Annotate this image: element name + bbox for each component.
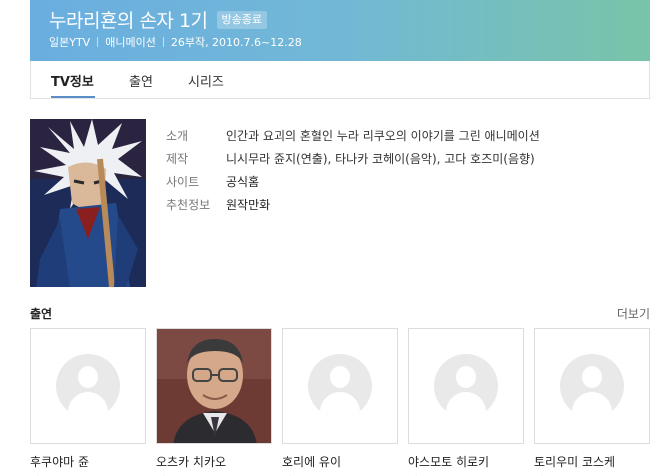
user-placeholder-icon	[308, 354, 372, 418]
cast-photo-placeholder[interactable]	[534, 328, 650, 444]
program-title[interactable]: 누라리횬의 손자 1기	[49, 6, 208, 33]
status-badge: 방송종료	[216, 10, 267, 29]
cast-card[interactable]: 야스모토 히로키 성우	[408, 328, 524, 476]
genre: 애니메이션	[105, 36, 156, 49]
tab-series[interactable]: 시리즈	[188, 71, 224, 90]
broadcaster: 일본YTV	[49, 36, 91, 49]
person-photo	[157, 329, 271, 443]
tab-cast[interactable]: 출연	[129, 71, 153, 90]
cast-card[interactable]: 후쿠야마 쥰 성우	[30, 328, 146, 476]
info-row-production: 제작 니시무라 쥰지(연출), 타나카 코헤이(음악), 고다 호즈미(음향)	[166, 147, 540, 170]
poster-illustration	[30, 119, 146, 287]
tab-bar: TV정보 출연 시리즈	[30, 61, 650, 99]
cast-photo[interactable]	[156, 328, 272, 444]
info-row-recommend: 추천정보 원작만화	[166, 193, 540, 216]
cast-card[interactable]: 토리우미 코스케 성우	[534, 328, 650, 476]
title-row: 누라리횬의 손자 1기 방송종료	[49, 6, 267, 33]
episodes-dates: 26부작, 2010.7.6~12.28	[170, 36, 302, 49]
user-placeholder-icon	[434, 354, 498, 418]
info-value: 인간과 요괴의 혼혈인 누라 리쿠오의 이야기를 그린 애니메이션	[226, 129, 540, 143]
cast-photo-placeholder[interactable]	[282, 328, 398, 444]
poster-image[interactable]	[30, 119, 146, 287]
tab-tv-info[interactable]: TV정보	[51, 71, 94, 90]
cast-photo-placeholder[interactable]	[408, 328, 524, 444]
meta-divider	[162, 37, 164, 47]
cast-name[interactable]: 호리에 유이	[282, 453, 398, 470]
official-site-link[interactable]: 공식홈	[226, 173, 259, 190]
user-placeholder-icon	[56, 354, 120, 418]
program-meta: 일본YTV 애니메이션 26부작, 2010.7.6~12.28	[49, 34, 302, 50]
info-row-intro: 소개 인간과 요괴의 혼혈인 누라 리쿠오의 이야기를 그린 애니메이션	[166, 124, 540, 147]
cast-name[interactable]: 오츠카 치카오	[156, 453, 272, 470]
cast-card[interactable]: 호리에 유이 성우	[282, 328, 398, 476]
cast-card[interactable]: 오츠카 치카오 성우	[156, 328, 272, 476]
cast-name[interactable]: 후쿠야마 쥰	[30, 453, 146, 470]
info-label: 제작	[166, 152, 189, 166]
cast-name[interactable]: 야스모토 히로키	[408, 453, 524, 470]
info-row-site: 사이트 공식홈	[166, 170, 540, 193]
cast-name[interactable]: 토리우미 코스케	[534, 453, 650, 470]
info-label: 소개	[166, 129, 189, 143]
info-label: 추천정보	[166, 198, 211, 212]
active-tab-indicator	[51, 96, 95, 98]
program-header: 누라리횬의 손자 1기 방송종료 일본YTV 애니메이션 26부작, 2010.…	[30, 0, 650, 61]
more-link[interactable]: 더보기	[617, 305, 650, 322]
info-value: 니시무라 쥰지(연출), 타나카 코헤이(음악), 고다 호즈미(음향)	[226, 152, 535, 166]
user-placeholder-icon	[560, 354, 624, 418]
meta-divider	[97, 37, 99, 47]
cast-section-title: 출연	[30, 307, 53, 321]
original-manga-link[interactable]: 원작만화	[226, 196, 270, 213]
info-label: 사이트	[166, 175, 200, 189]
program-info: 소개 인간과 요괴의 혼혈인 누라 리쿠오의 이야기를 그린 애니메이션 제작 …	[166, 124, 540, 216]
cast-photo-placeholder[interactable]	[30, 328, 146, 444]
